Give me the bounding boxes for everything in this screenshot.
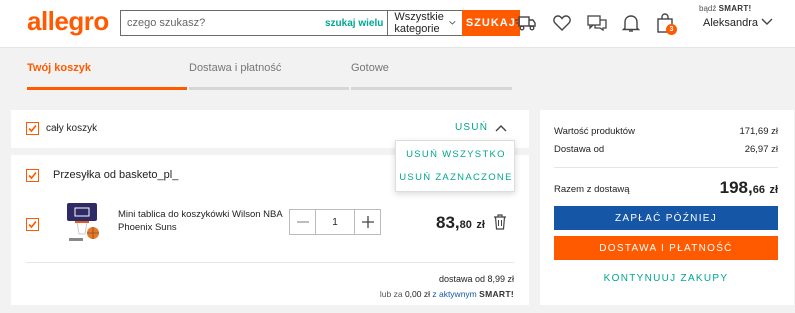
- step-progress-bar: [351, 87, 512, 90]
- delivery-from-label: Dostawa od: [554, 144, 605, 155]
- checkout-steps: Twój koszyk Dostawa i płatność Gotowe: [27, 62, 778, 90]
- total-cents: 66: [752, 184, 765, 196]
- products-value-label: Wartość produktów: [554, 126, 635, 137]
- step-progress-bar: [27, 87, 187, 90]
- delivery-from-text: dostawa od 8,99 zł: [438, 274, 514, 284]
- step-done: Gotowe: [351, 62, 512, 90]
- step-cart[interactable]: Twój koszyk: [27, 62, 187, 90]
- checkbox-check-icon: [28, 124, 37, 133]
- cart-count-badge: 3: [666, 24, 677, 35]
- remove-button[interactable]: USUŃ: [455, 122, 488, 133]
- price-currency: zł: [476, 219, 485, 231]
- increase-quantity-button[interactable]: [355, 210, 380, 234]
- chevron-down-icon[interactable]: [761, 18, 773, 26]
- category-select[interactable]: Wszystkie kategorie: [387, 11, 462, 35]
- total-main: 198,: [719, 178, 753, 197]
- product-name-line2[interactable]: Phoenix Suns: [118, 222, 177, 233]
- smart-promo[interactable]: bądź SMART!: [699, 4, 752, 13]
- total-label: Razem z dostawą: [554, 184, 630, 195]
- user-name[interactable]: Aleksandra: [703, 17, 758, 29]
- quantity-stepper: 1: [289, 209, 381, 235]
- delivery-from-value: 26,97 zł: [744, 144, 778, 155]
- select-all-label: cały koszyk: [46, 123, 98, 134]
- item-checkbox[interactable]: [26, 218, 39, 231]
- allegro-logo[interactable]: allegro: [27, 6, 109, 37]
- top-header: allegro szukaj wielu Wszystkie kategorie…: [0, 0, 795, 48]
- remove-all-option[interactable]: USUŃ WSZYSTKO: [396, 149, 516, 160]
- quantity-input[interactable]: 1: [315, 210, 355, 234]
- step-progress-bar: [189, 87, 349, 90]
- smart-badge: SMART!: [718, 4, 752, 13]
- select-all-checkbox[interactable]: [26, 122, 39, 135]
- heart-icon[interactable]: [551, 12, 573, 34]
- minus-icon: [296, 221, 309, 223]
- smart-prefix: bądź: [699, 4, 717, 13]
- chevron-up-icon[interactable]: [495, 124, 507, 132]
- smart-active-link[interactable]: z aktywnym: [432, 289, 476, 299]
- step-label: Dostawa i płatność: [189, 62, 282, 74]
- smart-prefix: lub za: [379, 289, 403, 299]
- step-delivery-payment: Dostawa i płatność: [189, 62, 349, 90]
- price-main: 83,: [436, 213, 460, 232]
- pay-later-button[interactable]: ZAPŁAĆ PÓŹNIEJ: [554, 206, 778, 230]
- search-input[interactable]: [121, 11, 325, 35]
- checkbox-check-icon: [28, 171, 37, 180]
- bell-icon[interactable]: [620, 12, 642, 34]
- continue-shopping-link[interactable]: KONTYNUUJ ZAKUPY: [554, 266, 778, 290]
- checkout-button[interactable]: DOSTAWA I PŁATNOŚĆ: [554, 236, 778, 260]
- total-currency: zł: [769, 184, 778, 196]
- search-many-link[interactable]: szukaj wielu: [325, 11, 387, 35]
- shipment-checkbox[interactable]: [26, 169, 39, 182]
- product-image[interactable]: [63, 200, 103, 244]
- smart-price: 0,00 zł: [404, 289, 430, 299]
- product-name-line1[interactable]: Mini tablica do koszykówki Wilson NBA: [118, 209, 283, 220]
- category-select-label: Wszystkie kategorie: [394, 11, 444, 35]
- step-label: Gotowe: [351, 62, 389, 74]
- chevron-down-icon: [449, 21, 456, 25]
- search-button[interactable]: SZUKAJ: [461, 10, 520, 36]
- decrease-quantity-button[interactable]: [290, 210, 315, 234]
- remove-selected-option[interactable]: USUŃ ZAZNACZONE: [396, 172, 516, 183]
- search-bar: szukaj wielu Wszystkie kategorie SZUKAJ: [120, 10, 520, 36]
- item-price: 83,80 zł: [436, 213, 485, 233]
- plus-icon: [361, 216, 374, 228]
- smart-delivery-note: lub za 0,00 zł z aktywnym SMART!: [380, 289, 514, 299]
- price-cents: 80: [459, 219, 472, 231]
- shipment-title: Przesyłka od basketo_pl_: [53, 169, 179, 181]
- products-value: 171,69 zł: [739, 126, 778, 137]
- total-value: 198,66 zł: [720, 178, 778, 198]
- shopping-bag-icon[interactable]: 3: [654, 12, 677, 35]
- divider: [554, 167, 778, 168]
- delivery-truck-icon[interactable]: [514, 12, 536, 34]
- remove-dropdown: USUŃ WSZYSTKO USUŃ ZAZNACZONE: [395, 140, 515, 192]
- messages-icon[interactable]: [586, 12, 608, 34]
- trash-icon[interactable]: [493, 214, 507, 230]
- checkbox-check-icon: [28, 220, 37, 229]
- smart-badge: SMART!: [479, 289, 514, 299]
- step-label: Twój koszyk: [27, 62, 91, 74]
- divider: [26, 262, 514, 263]
